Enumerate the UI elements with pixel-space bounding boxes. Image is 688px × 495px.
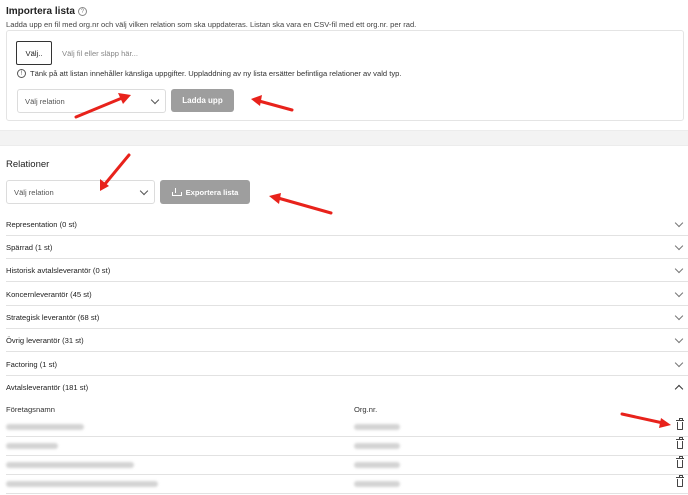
- import-description: Ladda upp en fil med org.nr och välj vil…: [6, 20, 417, 29]
- accordion-label: Spärrad (1 st): [6, 242, 53, 252]
- import-relation-select[interactable]: Välj relation: [17, 89, 166, 113]
- redacted-org-nr: [354, 443, 400, 449]
- redacted-org-nr: [354, 481, 400, 487]
- accordion-historisk-avtalsleverantor[interactable]: Historisk avtalsleverantör (0 st): [6, 259, 688, 282]
- download-icon: [171, 188, 182, 196]
- chevron-down-icon: [674, 264, 684, 273]
- accordion-avtalsleverantor[interactable]: Avtalsleverantör (181 st): [6, 376, 688, 399]
- export-list-button[interactable]: Exportera lista: [160, 180, 250, 204]
- redacted-org-nr: [354, 462, 400, 468]
- table-row: [6, 475, 688, 494]
- import-relation-select-value: Välj relation: [25, 96, 65, 106]
- accordion-koncernleverantor[interactable]: Koncernleverantör (45 st): [6, 283, 688, 306]
- accordion-label: Historisk avtalsleverantör (0 st): [6, 265, 111, 275]
- import-title-row: Importera lista ?: [6, 6, 682, 17]
- section-divider: [0, 130, 688, 146]
- chevron-down-icon: [674, 311, 684, 320]
- chevron-up-icon: [674, 384, 684, 394]
- accordion-ovrig-leverantor[interactable]: Övrig leverantör (31 st): [6, 329, 688, 352]
- export-list-label: Exportera lista: [185, 187, 239, 197]
- file-drop-placeholder[interactable]: Välj fil eller släpp här...: [62, 49, 138, 58]
- warning-circle-icon: !: [17, 69, 26, 78]
- trash-icon[interactable]: [676, 456, 684, 468]
- accordion-label: Koncernleverantör (45 st): [6, 289, 92, 299]
- warning-text: Tänk på att listan innehåller känsliga u…: [30, 69, 402, 78]
- upload-button[interactable]: Ladda upp: [171, 89, 234, 112]
- table-row: [6, 418, 688, 437]
- redacted-company-name: [6, 443, 58, 449]
- redacted-company-name: [6, 424, 84, 430]
- accordion-label: Representation (0 st): [6, 219, 77, 229]
- help-circle-icon[interactable]: ?: [77, 7, 87, 16]
- table-row: [6, 456, 688, 475]
- chevron-down-icon: [674, 334, 684, 343]
- chevron-down-icon: [674, 241, 684, 250]
- accordion-factoring[interactable]: Factoring (1 st): [6, 353, 688, 376]
- accordion-representation[interactable]: Representation (0 st): [6, 213, 688, 236]
- relations-relation-select[interactable]: Välj relation: [6, 180, 155, 204]
- chevron-down-icon: [150, 95, 160, 104]
- redacted-org-nr: [354, 424, 400, 430]
- column-header-org-nr: Org.nr.: [354, 405, 378, 414]
- redacted-company-name: [6, 462, 134, 468]
- chevron-down-icon: [674, 288, 684, 297]
- choose-file-button[interactable]: Välj..: [16, 41, 52, 65]
- import-card: Välj.. Välj fil eller släpp här... ! Tän…: [6, 30, 684, 121]
- table-row: [6, 437, 688, 456]
- sensitive-data-warning: ! Tänk på att listan innehåller känsliga…: [17, 69, 401, 78]
- import-title: Importera lista: [6, 6, 75, 17]
- column-header-company-name: Företagsnamn: [6, 405, 55, 414]
- chevron-down-icon: [674, 358, 684, 367]
- annotation-arrow-export-button: [269, 193, 333, 215]
- relations-title: Relationer: [6, 159, 50, 170]
- accordion-label: Övrig leverantör (31 st): [6, 335, 84, 345]
- relations-relation-select-value: Välj relation: [14, 187, 54, 197]
- accordion-label: Factoring (1 st): [6, 359, 58, 369]
- accordion-strategisk-leverantor[interactable]: Strategisk leverantör (68 st): [6, 306, 688, 329]
- trash-icon[interactable]: [676, 475, 684, 487]
- accordion-label: Avtalsleverantör (181 st): [6, 383, 89, 392]
- chevron-down-icon: [139, 186, 149, 195]
- accordion-label: Strategisk leverantör (68 st): [6, 312, 100, 322]
- accordion-sparrad[interactable]: Spärrad (1 st): [6, 236, 688, 259]
- redacted-company-name: [6, 481, 158, 487]
- trash-icon[interactable]: [676, 418, 684, 430]
- chevron-down-icon: [674, 218, 684, 227]
- trash-icon[interactable]: [676, 437, 684, 449]
